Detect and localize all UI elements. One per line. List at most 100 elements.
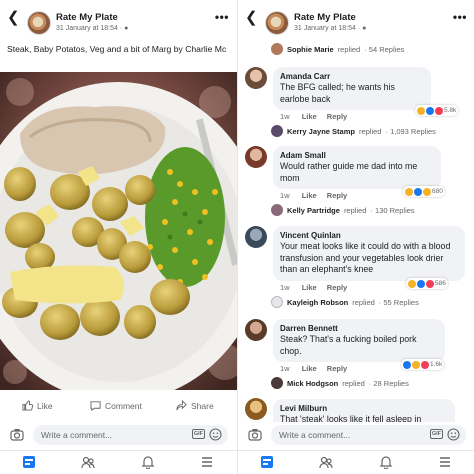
avatar[interactable] xyxy=(245,398,267,420)
camera-icon[interactable] xyxy=(10,428,24,441)
avatar xyxy=(271,43,283,55)
avatar[interactable] xyxy=(245,226,267,248)
comment-bubble: Levi Milburn That 'steak' looks like it … xyxy=(273,399,455,422)
reply-summary[interactable]: Kelly Partridge replied · 130 Replies xyxy=(271,204,415,216)
comment-reply-button[interactable]: Reply xyxy=(327,283,347,292)
share-icon xyxy=(176,400,187,411)
notifications-icon[interactable] xyxy=(141,455,155,469)
comment-bubble: Vincent Quinlan Your meat looks like it … xyxy=(273,226,465,281)
like-icon xyxy=(403,360,411,369)
food-photo[interactable] xyxy=(0,72,237,390)
comment-meta: 1w Like Reply xyxy=(280,283,347,292)
reply-summary[interactable]: Kayleigh Robson replied · 55 Replies xyxy=(271,296,419,308)
bottom-tab-bar xyxy=(238,450,474,474)
feed-icon[interactable] xyxy=(260,455,274,469)
reaction-count: 1.6k xyxy=(430,361,443,368)
reaction-summary[interactable]: 680 xyxy=(403,186,445,197)
comment-reply-button[interactable]: Reply xyxy=(327,112,347,121)
like-icon xyxy=(414,187,422,196)
page-avatar[interactable] xyxy=(265,11,289,35)
comment-reply-button[interactable]: Reply xyxy=(327,364,347,373)
comment-like-button[interactable]: Like xyxy=(302,283,317,292)
groups-icon[interactable] xyxy=(81,455,95,469)
emoji-icon[interactable] xyxy=(209,428,222,441)
back-arrow-icon[interactable]: ❮ xyxy=(245,10,258,25)
reaction-count: 680 xyxy=(432,188,443,195)
reply-summary[interactable]: Mick Hodgson replied · 28 Replies xyxy=(271,377,409,389)
reply-action: replied xyxy=(358,126,382,136)
haha-icon xyxy=(405,187,413,196)
avatar[interactable] xyxy=(245,67,267,89)
comment-author[interactable]: Darren Bennett xyxy=(280,323,438,334)
page-name[interactable]: Rate My Plate xyxy=(294,12,356,23)
gif-icon[interactable]: GIF xyxy=(191,429,205,439)
back-arrow-icon[interactable]: ❮ xyxy=(7,10,20,25)
comment-author[interactable]: Vincent Quinlan xyxy=(280,230,458,241)
menu-icon[interactable] xyxy=(438,455,452,469)
reply-action: replied xyxy=(342,378,365,388)
emoji-icon[interactable] xyxy=(447,428,460,441)
reply-count: · 130 Replies xyxy=(370,205,415,215)
post-panel: ❮ Rate My Plate 31 January at 18:54 · ● … xyxy=(0,0,237,474)
comment-like-button[interactable]: Like xyxy=(302,112,317,121)
reply-summary[interactable]: Sophie Marie replied · 54 Replies xyxy=(271,43,404,55)
camera-icon[interactable] xyxy=(248,428,262,441)
reaction-summary[interactable]: 1.6k xyxy=(401,359,445,370)
comments-header: ❮ Rate My Plate 31 January at 18:54 · ● … xyxy=(238,0,474,38)
reply-author: Mick Hodgson xyxy=(287,378,339,388)
comment-age: 1w xyxy=(280,364,290,373)
comment-label: Comment xyxy=(105,400,142,411)
globe-icon: ● xyxy=(124,25,129,32)
comment-like-button[interactable]: Like xyxy=(302,364,317,373)
comment-age: 1w xyxy=(280,191,290,200)
avatar[interactable] xyxy=(245,319,267,341)
gif-icon[interactable]: GIF xyxy=(429,429,443,439)
share-button[interactable]: Share xyxy=(176,400,214,411)
haha-icon xyxy=(408,279,416,288)
page-name[interactable]: Rate My Plate xyxy=(56,12,118,23)
comment-like-button[interactable]: Like xyxy=(302,191,317,200)
comment-meta: 1w Like Reply xyxy=(280,112,347,121)
comment-meta: 1w Like Reply xyxy=(280,191,347,200)
comment-input[interactable]: Write a comment... GIF xyxy=(271,425,466,445)
groups-icon[interactable] xyxy=(319,455,333,469)
post-caption: Steak, Baby Potatos, Veg and a bit of Ma… xyxy=(7,44,227,54)
comment-text: The BFG called; he wants his earlobe bac… xyxy=(280,82,395,104)
reply-count: · 28 Replies xyxy=(368,378,409,388)
comment-age: 1w xyxy=(280,112,290,121)
comment-input[interactable]: Write a comment... GIF xyxy=(33,425,228,445)
more-icon[interactable]: ••• xyxy=(453,10,467,24)
menu-icon[interactable] xyxy=(200,455,214,469)
love-icon xyxy=(421,360,429,369)
post-header: ❮ Rate My Plate 31 January at 18:54 · ● … xyxy=(0,0,237,38)
avatar xyxy=(271,125,283,137)
comment-composer: Write a comment... GIF xyxy=(0,423,237,447)
comment-author[interactable]: Adam Small xyxy=(280,150,434,161)
notifications-icon[interactable] xyxy=(379,455,393,469)
comment-text: Would rather guide me dad into me mom xyxy=(280,161,418,183)
comment-author[interactable]: Amanda Carr xyxy=(280,71,424,82)
comment-button[interactable]: Comment xyxy=(90,400,142,411)
comment-reply-button[interactable]: Reply xyxy=(327,191,347,200)
page-avatar[interactable] xyxy=(27,11,51,35)
globe-icon: ● xyxy=(362,25,367,32)
more-icon[interactable]: ••• xyxy=(215,10,229,24)
love-icon xyxy=(426,279,434,288)
like-button[interactable]: Like xyxy=(22,400,53,411)
comment-composer: Write a comment... GIF xyxy=(238,423,474,447)
comment-bubble: Adam Small Would rather guide me dad int… xyxy=(273,146,441,189)
food-photo-art xyxy=(0,72,237,390)
post-timestamp: 31 January at 18:54 · ● xyxy=(56,25,129,32)
reply-summary[interactable]: Kerry Jayne Stamp replied · 1,093 Replie… xyxy=(271,125,436,137)
feed-icon[interactable] xyxy=(22,455,36,469)
comment-age: 1w xyxy=(280,283,290,292)
reaction-summary[interactable]: 586 xyxy=(406,278,448,289)
comment-bubble: Amanda Carr The BFG called; he wants his… xyxy=(273,67,431,110)
avatar[interactable] xyxy=(245,146,267,168)
love-icon xyxy=(435,106,443,115)
reaction-summary[interactable]: 5.8k xyxy=(415,105,459,116)
reply-action: replied xyxy=(343,205,367,215)
comment-author[interactable]: Levi Milburn xyxy=(280,403,448,414)
avatar xyxy=(271,377,283,389)
share-label: Share xyxy=(191,400,214,411)
